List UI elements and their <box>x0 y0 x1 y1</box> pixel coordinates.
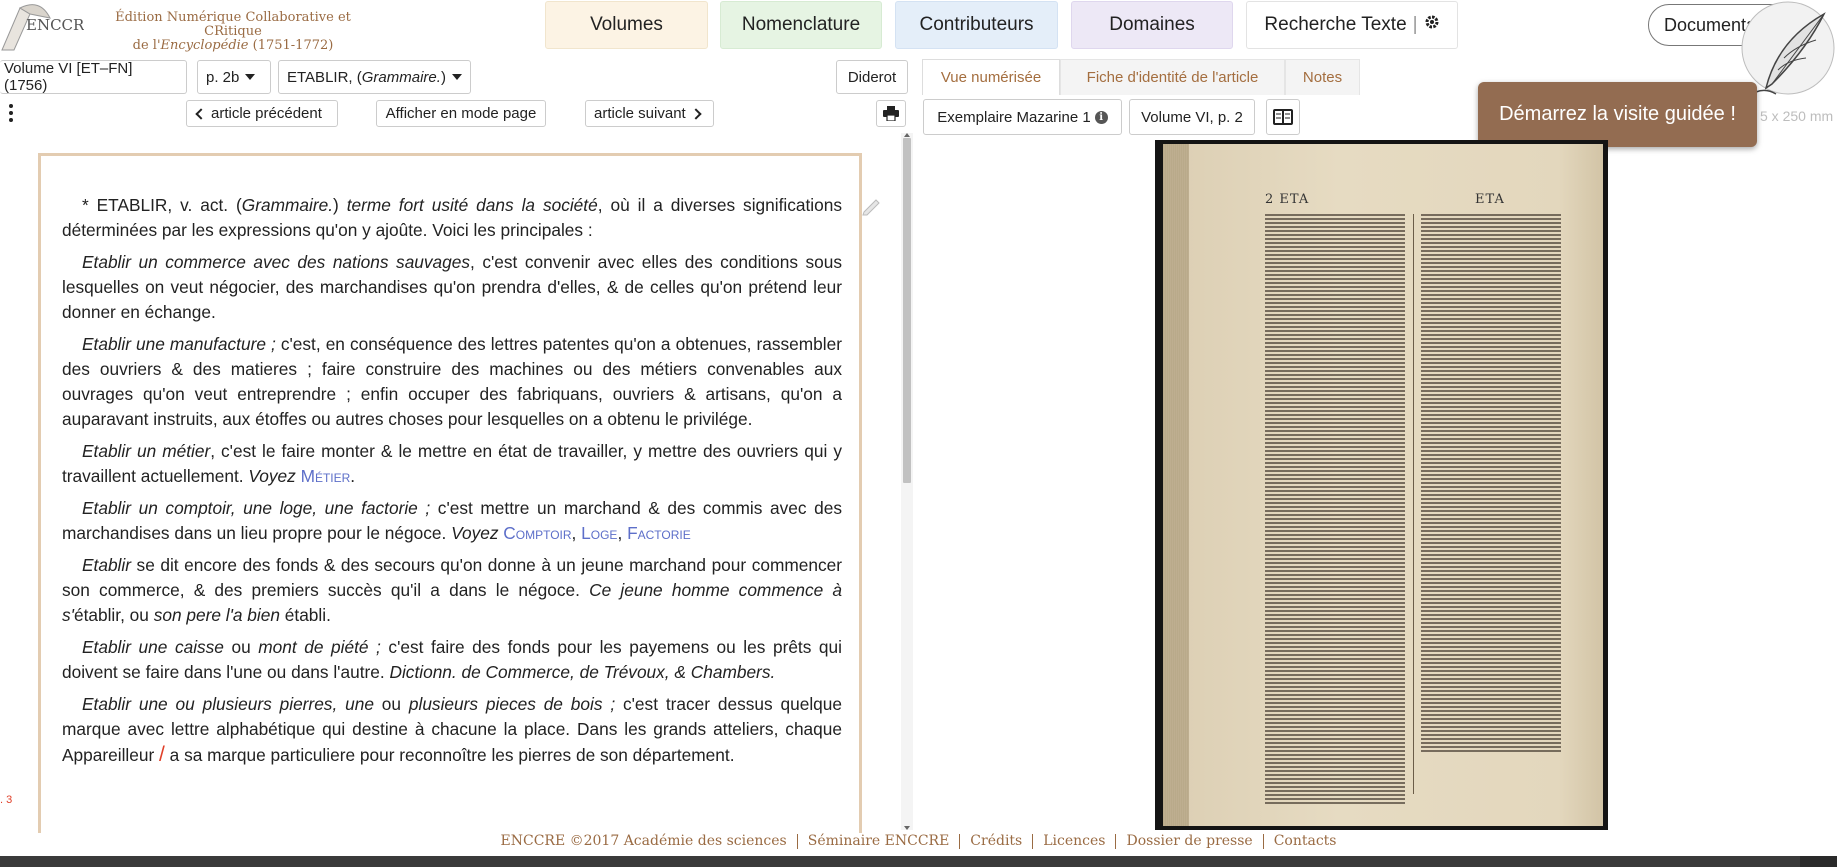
nav-recherche-button[interactable]: Recherche Texte | <box>1246 1 1458 49</box>
scan-page: 2 ETA ETA <box>1163 144 1603 826</box>
scan-column-divider <box>1413 214 1414 794</box>
recherche-label: Recherche Texte <box>1264 14 1407 35</box>
tab-vue-numerisee[interactable]: Vue numérisée <box>922 59 1060 95</box>
volume-select-label: Volume VI [ET–FN] (1756) <box>4 60 133 94</box>
scroll-up-icon[interactable] <box>904 133 910 137</box>
viewer-tabs: Vue numérisée Fiche d'identité de l'arti… <box>922 59 1360 95</box>
scan-text-column <box>1421 214 1561 754</box>
nav-contributeurs-button[interactable]: Contributeurs <box>895 1 1058 49</box>
xref-link-comptoir[interactable]: Comptoir <box>503 523 571 543</box>
enccre-logo[interactable]: ENCCRE <box>0 0 95 54</box>
tab-notes[interactable]: Notes <box>1285 59 1360 95</box>
article-paragraph: Etablir une manufacture ; c'est, en cons… <box>62 334 842 429</box>
footer-link-licences[interactable]: Licences <box>1033 833 1117 849</box>
tab-fiche-identite[interactable]: Fiche d'identité de l'article <box>1060 59 1285 95</box>
logo-text: ENCCRE <box>26 16 84 34</box>
xref-link-loge[interactable]: Loge <box>581 523 617 543</box>
site-title: Édition Numérique Collaborative et CRiti… <box>88 11 378 53</box>
nav-nomenclature-button[interactable]: Nomenclature <box>720 1 882 49</box>
xref-link-metier[interactable]: Métier <box>301 466 351 486</box>
article-text: * ETABLIR, v. act. (Grammaire.) terme fo… <box>62 193 842 775</box>
bottom-bar <box>0 856 1837 867</box>
page-select[interactable]: p. 2b <box>197 60 271 94</box>
article-panel: * ETABLIR, v. act. (Grammaire.) terme fo… <box>38 153 862 833</box>
article-paragraph: Etablir un commerce avec des nations sau… <box>62 252 843 322</box>
nav-volumes-button[interactable]: Volumes <box>545 1 708 49</box>
footer: ENCCRE ©2017 Académie des sciences Sémin… <box>0 829 1837 853</box>
page-mode-button[interactable]: Afficher en mode page <box>376 100 546 127</box>
guided-tour-button[interactable]: Démarrez la visite guidée ! <box>1478 82 1757 147</box>
article-paragraph: Etablir un métier, c'est le faire monter… <box>62 441 842 486</box>
site-title-line2: de l'Encyclopédie (1751-1772) <box>132 38 334 53</box>
footer-link-copyright[interactable]: ENCCRE ©2017 Académie des sciences <box>491 833 798 849</box>
scan-text-column <box>1265 214 1405 804</box>
recherche-separator: | <box>1412 14 1418 35</box>
book-icon <box>1273 109 1293 125</box>
xref-link-factorie[interactable]: Factorie <box>627 523 691 543</box>
chevron-right-icon <box>690 107 702 120</box>
article-paragraph: Etablir une caisse ou mont de piété ; c'… <box>62 637 842 682</box>
scrollbar-thumb[interactable] <box>903 138 911 483</box>
chevron-left-icon <box>195 107 207 120</box>
article-select-label: ETABLIR, (Grammaire.) <box>287 68 446 86</box>
gear-icon[interactable] <box>1424 14 1440 36</box>
scan-running-head-right: ETA <box>1475 192 1505 207</box>
author-diderot-button[interactable]: Diderot <box>836 60 908 94</box>
article-paragraph: * ETABLIR, v. act. (Grammaire.) terme fo… <box>62 195 842 240</box>
page-select-label: p. 2b <box>206 68 240 86</box>
footer-link-dossier-presse[interactable]: Dossier de presse <box>1116 833 1264 849</box>
printer-icon <box>883 106 899 121</box>
more-options-icon[interactable] <box>4 102 18 124</box>
caret-down-icon <box>245 74 256 80</box>
scan-running-head-left: 2 ETA <box>1265 192 1310 207</box>
site-title-line1: Édition Numérique Collaborative et CRiti… <box>115 10 351 39</box>
top-bar: ENCCRE Édition Numérique Collaborative e… <box>0 0 1837 95</box>
volume-select[interactable]: Volume VI [ET–FN] (1756) <box>0 60 187 94</box>
scanned-page-image[interactable]: 2 ETA ETA <box>1155 140 1608 830</box>
article-paragraph: Etablir se dit encore des fonds & des se… <box>62 555 842 625</box>
nav-domaines-button[interactable]: Domaines <box>1071 1 1233 49</box>
pencil-icon[interactable] <box>861 196 883 216</box>
info-icon[interactable]: i <box>1094 110 1108 124</box>
scan-dimensions: 5 x 250 mm <box>1760 108 1834 124</box>
footer-link-contacts[interactable]: Contacts <box>1264 833 1347 849</box>
article-scrollbar[interactable] <box>901 133 913 830</box>
next-article-button[interactable]: article suivant <box>585 100 714 127</box>
previous-article-button[interactable]: article précédent <box>186 100 338 127</box>
page-marker[interactable]: . 3 <box>0 794 12 806</box>
exemplaire-button[interactable]: Exemplaire Mazarine 1i <box>923 99 1122 135</box>
footer-link-credits[interactable]: Crédits <box>960 833 1034 849</box>
article-select[interactable]: ETABLIR, (Grammaire.) <box>278 60 471 94</box>
article-paragraph: Etablir un comptoir, une loge, une facto… <box>62 498 842 543</box>
book-view-button[interactable] <box>1266 99 1300 135</box>
scan-page-edges <box>1163 144 1189 826</box>
caret-down-icon <box>451 74 462 80</box>
volume-page-button[interactable]: Volume VI, p. 2 <box>1129 99 1255 135</box>
article-paragraph: Etablir une ou plusieurs pierres, une ou… <box>62 694 842 766</box>
footer-link-seminaire[interactable]: Séminaire ENCCRE <box>798 833 961 849</box>
print-button[interactable] <box>876 100 906 127</box>
